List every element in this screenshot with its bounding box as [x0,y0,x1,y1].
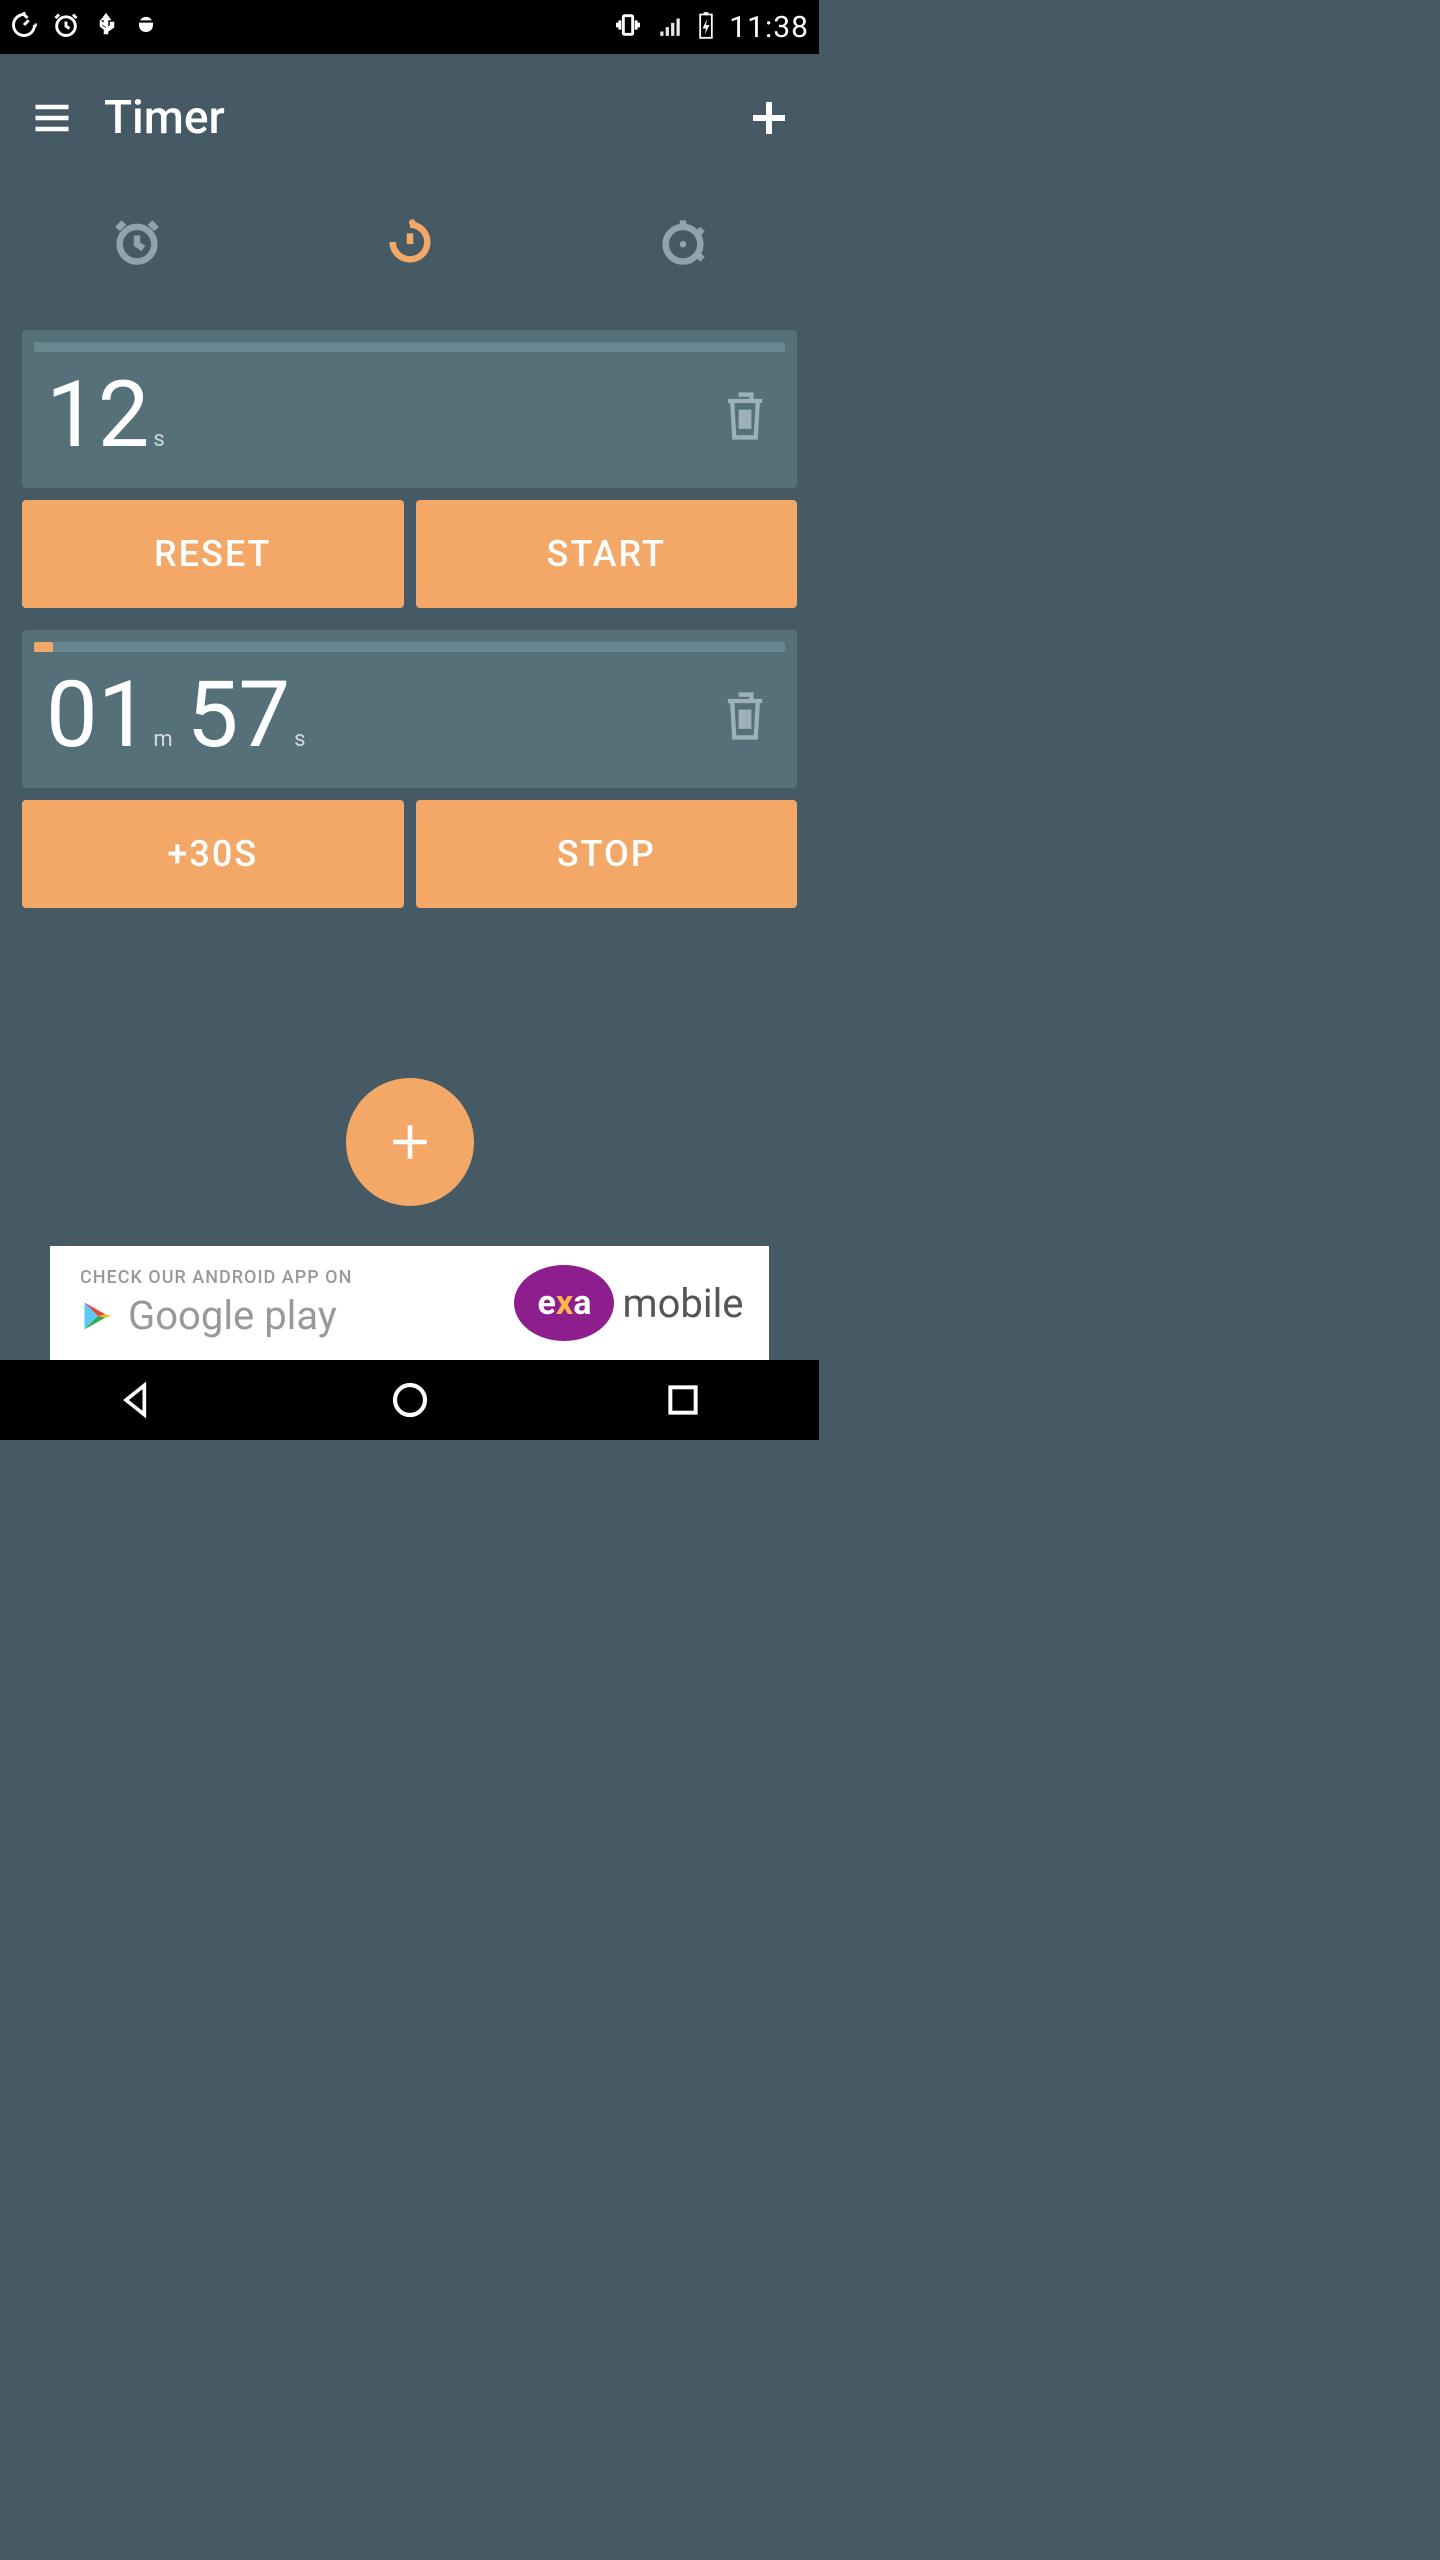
stopwatch-icon [657,216,709,268]
progress-bar-0 [34,342,785,352]
vibrate-icon [613,11,643,43]
add-timer-fab[interactable] [346,1078,474,1206]
timer-unit-s-1: s [294,727,305,752]
ad-gp-label: Google play [128,1292,337,1339]
timer-card-1: 01 m 57 s [22,630,797,788]
timer-unit-m-1: m [153,727,172,752]
battery-charging-icon [697,11,715,43]
status-bar: 11:38 [0,0,819,54]
timer-time-1[interactable]: 01 m 57 s [46,670,717,762]
button-row-0: RESET START [22,500,797,608]
trash-icon [719,686,771,746]
timer-min-1: 01 [46,670,149,762]
hamburger-icon [30,96,74,140]
progress-bar-1 [34,642,785,652]
tab-bar [0,182,819,302]
nav-home[interactable] [273,1360,546,1440]
app-bar: Timer [0,54,819,182]
start-button[interactable]: START [416,500,798,608]
nav-back[interactable] [0,1360,273,1440]
exa-mobile-text: mobile [622,1280,743,1327]
exa-logo: exa [514,1265,614,1341]
trash-icon [719,386,771,446]
timer-sec-0: 12 [46,370,149,462]
timer-sec-1: 57 [187,670,290,762]
clock-text: 11:38 [729,10,809,45]
ad-tagline: CHECK OUR ANDROID APP ON [80,1267,489,1288]
delete-timer-1[interactable] [717,686,773,746]
timer-time-0[interactable]: 12 s [46,370,717,462]
ad-google-play: Google play [80,1292,489,1339]
add-30s-button[interactable]: +30S [22,800,404,908]
page-title: Timer [104,91,739,145]
plus-icon [745,94,793,142]
countdown-icon [10,11,38,43]
system-nav-bar [0,1360,819,1440]
recent-icon [664,1381,702,1419]
signal-icon [657,12,683,42]
debug-icon [132,11,160,43]
ad-left: CHECK OUR ANDROID APP ON Google play [50,1267,489,1339]
plus-icon [385,1117,435,1167]
add-button-top[interactable] [739,94,799,142]
timer-unit-s-0: s [153,427,164,452]
alarm-icon [52,11,80,43]
timer-icon [384,216,436,268]
play-store-icon [80,1296,116,1336]
button-row-1: +30S STOP [22,800,797,908]
ad-banner[interactable]: CHECK OUR ANDROID APP ON Google play exa… [50,1246,769,1360]
tab-alarm[interactable] [0,182,273,302]
delete-timer-0[interactable] [717,386,773,446]
timer-card-0: 12 s [22,330,797,488]
status-left [10,11,160,43]
home-icon [390,1380,430,1420]
status-right: 11:38 [613,10,809,45]
tab-timer[interactable] [273,182,546,302]
alarm-clock-icon [111,216,163,268]
progress-fill-1 [34,642,53,652]
reset-button[interactable]: RESET [22,500,404,608]
menu-button[interactable] [20,96,84,140]
tab-stopwatch[interactable] [546,182,819,302]
nav-recent[interactable] [546,1360,819,1440]
back-icon [115,1378,159,1422]
usb-icon [94,11,118,43]
ad-right: exa mobile [489,1265,769,1341]
stop-button[interactable]: STOP [416,800,798,908]
